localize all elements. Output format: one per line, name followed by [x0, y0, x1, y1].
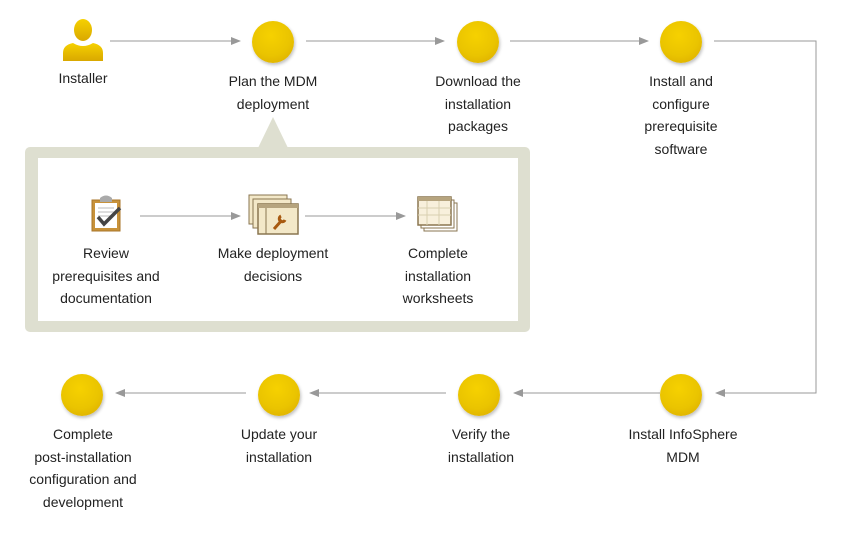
- step-label: Verify the installation: [447, 426, 515, 465]
- clipboard-check-icon: [91, 195, 122, 232]
- step-node[interactable]: [61, 374, 103, 416]
- step-label: Install InfoSphere MDM: [628, 426, 738, 465]
- step-label: Complete post-installation configuration…: [29, 426, 137, 510]
- step-node[interactable]: [258, 374, 300, 416]
- step-label: Update your installation: [240, 426, 318, 465]
- sub-step-label: Complete installation worksheets: [402, 245, 474, 306]
- sub-step-label: Review prerequisites and documentation: [52, 245, 160, 306]
- worksheet-icon: [417, 196, 458, 232]
- step-node[interactable]: [660, 374, 702, 416]
- sub-step-label: Make deployment decisions: [217, 245, 329, 284]
- step-node[interactable]: [458, 374, 500, 416]
- windows-wrench-icon: [248, 194, 299, 235]
